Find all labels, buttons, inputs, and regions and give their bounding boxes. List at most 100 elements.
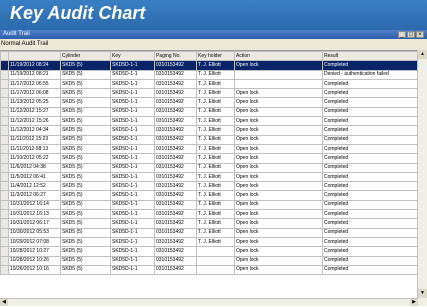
table-row[interactable]: 10/26/2012 10:16 SKD5 (5) SKD5D-1-1 0310153… bbox=[0, 264, 419, 276]
cell-key-holder: T. J. Elliott bbox=[196, 134, 235, 145]
scroll-up-icon[interactable]: ▲ bbox=[418, 50, 427, 59]
table-row[interactable]: 11/17/2012 06:55 SKD5 (5) SKD5D-1-1 0310153… bbox=[0, 78, 419, 90]
table-row[interactable]: 11/12/2012 04:34 SKD5 (5) SKD5D-1-1 0310153… bbox=[0, 125, 419, 136]
cell-key: SKD5D-1-1 bbox=[110, 236, 155, 248]
vertical-scrollbar[interactable]: ▲ ▼ bbox=[417, 50, 427, 306]
table-row[interactable]: 10/31/2012 16:13 SKD5 (5) SKD5D-1-1 0310153… bbox=[0, 209, 419, 220]
cell-result: Completed bbox=[322, 162, 419, 173]
cell-key: SKD5D-1-1 bbox=[110, 153, 155, 164]
table-row[interactable]: 11/3/2012 06:27 SKD5 (5) SKD5D-1-1 03101534… bbox=[0, 190, 419, 201]
scroll-right-icon[interactable]: ▶ bbox=[410, 299, 418, 306]
row-selector[interactable] bbox=[0, 171, 9, 183]
cell-cylinder: SKD5 (5) bbox=[60, 116, 111, 127]
row-selector[interactable] bbox=[0, 143, 9, 155]
cell-key-holder: T. J. Elliott bbox=[196, 218, 235, 229]
cell-key-holder: T. J. Elliott bbox=[196, 106, 235, 118]
header-cylinder[interactable]: Cylinder bbox=[60, 51, 111, 62]
table-row[interactable]: 11/17/2012 06:08 SKD5 (5) SKD5D-1-1 0310153… bbox=[0, 88, 419, 99]
row-selector[interactable] bbox=[0, 255, 9, 266]
table-row[interactable]: 11/12/2012 15:27 SKD5 (5) SKD5D-1-1 0310153… bbox=[0, 106, 419, 118]
table-row[interactable]: 11/6/2012 04:38 SKD5 (5) SKD5D-1-1 03101534… bbox=[0, 162, 419, 173]
window-titlebar[interactable]: Audit Trail _ □ × bbox=[0, 30, 427, 39]
header-selector[interactable] bbox=[0, 51, 9, 62]
header-result[interactable]: Result bbox=[322, 51, 419, 62]
row-selector[interactable] bbox=[0, 199, 9, 211]
table-row[interactable]: 10/28/2012 10:26 SKD5 (5) SKD5D-1-1 0310153… bbox=[0, 255, 419, 266]
cell-key: SKD5D-1-1 bbox=[110, 246, 155, 257]
row-selector[interactable] bbox=[0, 106, 9, 118]
table-row[interactable]: 11/4/2012 12:52 SKD5 (5) SKD5D-1-1 03101534… bbox=[0, 181, 419, 192]
cell-action: Open lock bbox=[234, 106, 323, 118]
cell-cylinder: SKD5 (5) bbox=[60, 125, 111, 136]
cell-date: 10/31/2012 16:14 bbox=[8, 199, 61, 211]
cell-cylinder: SKD5 (5) bbox=[60, 106, 111, 118]
table-row[interactable]: 11/10/2012 05:22 SKD5 (5) SKD5D-1-1 0310153… bbox=[0, 153, 419, 164]
cell-result: Completed bbox=[322, 236, 419, 248]
cell-action: Open lock bbox=[234, 88, 323, 99]
scroll-left-icon[interactable]: ◀ bbox=[0, 299, 8, 306]
table-row[interactable]: 10/31/2012 16:14 SKD5 (5) SKD5D-1-1 0310153… bbox=[0, 199, 419, 211]
table-row[interactable]: 11/11/2012 08:13 SKD5 (5) SKD5D-1-1 0310153… bbox=[0, 143, 419, 155]
cell-action: Open lock bbox=[234, 218, 323, 229]
row-selector[interactable] bbox=[0, 153, 9, 164]
cell-key-holder: T. J. Elliott bbox=[196, 236, 235, 248]
cell-date: 10/30/2012 05:53 bbox=[8, 227, 61, 238]
row-selector[interactable] bbox=[0, 264, 9, 276]
row-selector[interactable] bbox=[0, 69, 9, 80]
cell-key-holder: T. J. Elliott bbox=[196, 125, 235, 136]
row-selector[interactable] bbox=[0, 246, 9, 257]
header-key[interactable]: Key bbox=[110, 51, 155, 62]
row-selector[interactable] bbox=[0, 227, 9, 238]
row-selector[interactable] bbox=[0, 209, 9, 220]
cell-paging-no: 0310153492 bbox=[154, 125, 197, 136]
table-row[interactable]: 10/28/2012 10:27 SKD5 (5) SKD5D-1-1 0310153… bbox=[0, 246, 419, 257]
cell-result: Completed bbox=[322, 88, 419, 99]
table-row[interactable]: 11/11/2012 15:23 SKD5 (5) SKD5D-1-1 0310153… bbox=[0, 134, 419, 145]
row-selector[interactable] bbox=[0, 236, 9, 248]
table-row[interactable]: 10/31/2012 06:17 SKD5 (5) SKD5D-1-1 0310153… bbox=[0, 218, 419, 229]
header-date[interactable] bbox=[8, 51, 61, 62]
row-selector[interactable] bbox=[0, 116, 9, 127]
cell-action bbox=[234, 69, 323, 80]
cell-key: SKD5D-1-1 bbox=[110, 106, 155, 118]
cell-result: Completed bbox=[322, 134, 419, 145]
cell-key-holder: T. J. Elliott bbox=[196, 199, 235, 211]
table-row[interactable]: 11/13/2012 05:25 SKD5 (5) SKD5D-1-1 0310153… bbox=[0, 97, 419, 108]
cell-cylinder: SKD5 (5) bbox=[60, 190, 111, 201]
cell-paging-no: 0310153492 bbox=[154, 181, 197, 192]
table-row[interactable]: 10/29/2012 07:08 SKD5 (5) SKD5D-1-1 0310153… bbox=[0, 236, 419, 248]
row-selector[interactable] bbox=[0, 134, 9, 145]
table-row[interactable]: 11/19/2012 08:24 SKD5 (5) SKD5D-1-1 0310153… bbox=[0, 60, 419, 71]
cell-result: Completed bbox=[322, 227, 419, 238]
cell-result: Completed bbox=[322, 181, 419, 192]
row-selector[interactable] bbox=[0, 88, 9, 99]
cell-key: SKD5D-1-1 bbox=[110, 88, 155, 99]
row-selector[interactable] bbox=[0, 97, 9, 108]
close-button[interactable]: × bbox=[416, 31, 424, 38]
maximize-button[interactable]: □ bbox=[407, 31, 415, 38]
row-selector[interactable] bbox=[0, 78, 9, 90]
row-selector[interactable] bbox=[0, 125, 9, 136]
cell-date: 10/26/2012 10:16 bbox=[8, 264, 61, 276]
cell-result: Completed bbox=[322, 255, 419, 266]
row-selector[interactable] bbox=[0, 60, 9, 71]
scroll-down-icon[interactable]: ▼ bbox=[418, 289, 427, 298]
cell-key: SKD5D-1-1 bbox=[110, 97, 155, 108]
minimize-button[interactable]: _ bbox=[398, 31, 406, 38]
row-selector[interactable] bbox=[0, 162, 9, 173]
cell-date: 10/31/2012 16:13 bbox=[8, 209, 61, 220]
cell-date: 11/11/2012 15:23 bbox=[8, 134, 61, 145]
header-action[interactable]: Action bbox=[234, 51, 323, 62]
row-selector[interactable] bbox=[0, 181, 9, 192]
table-row[interactable]: 11/12/2012 15:26 SKD5 (5) SKD5D-1-1 0310153… bbox=[0, 116, 419, 127]
row-selector[interactable] bbox=[0, 218, 9, 229]
horizontal-scrollbar[interactable]: ◀ ▶ bbox=[0, 298, 418, 306]
table-row[interactable]: 11/5/2012 06:41 SKD5 (5) SKD5D-1-1 03101534… bbox=[0, 171, 419, 183]
header-paging-no[interactable]: Paging No. bbox=[154, 51, 197, 62]
table-row[interactable]: 11/19/2012 08:21 SKD5 (5) SKD5D-1-1 0310153… bbox=[0, 69, 419, 80]
table-row[interactable]: 10/30/2012 05:53 SKD5 (5) SKD5D-1-1 0310153… bbox=[0, 227, 419, 238]
row-selector[interactable] bbox=[0, 190, 9, 201]
cell-key: SKD5D-1-1 bbox=[110, 199, 155, 211]
cell-paging-no: 0310153492 bbox=[154, 106, 197, 118]
header-key-holder[interactable]: Key holder bbox=[196, 51, 235, 62]
